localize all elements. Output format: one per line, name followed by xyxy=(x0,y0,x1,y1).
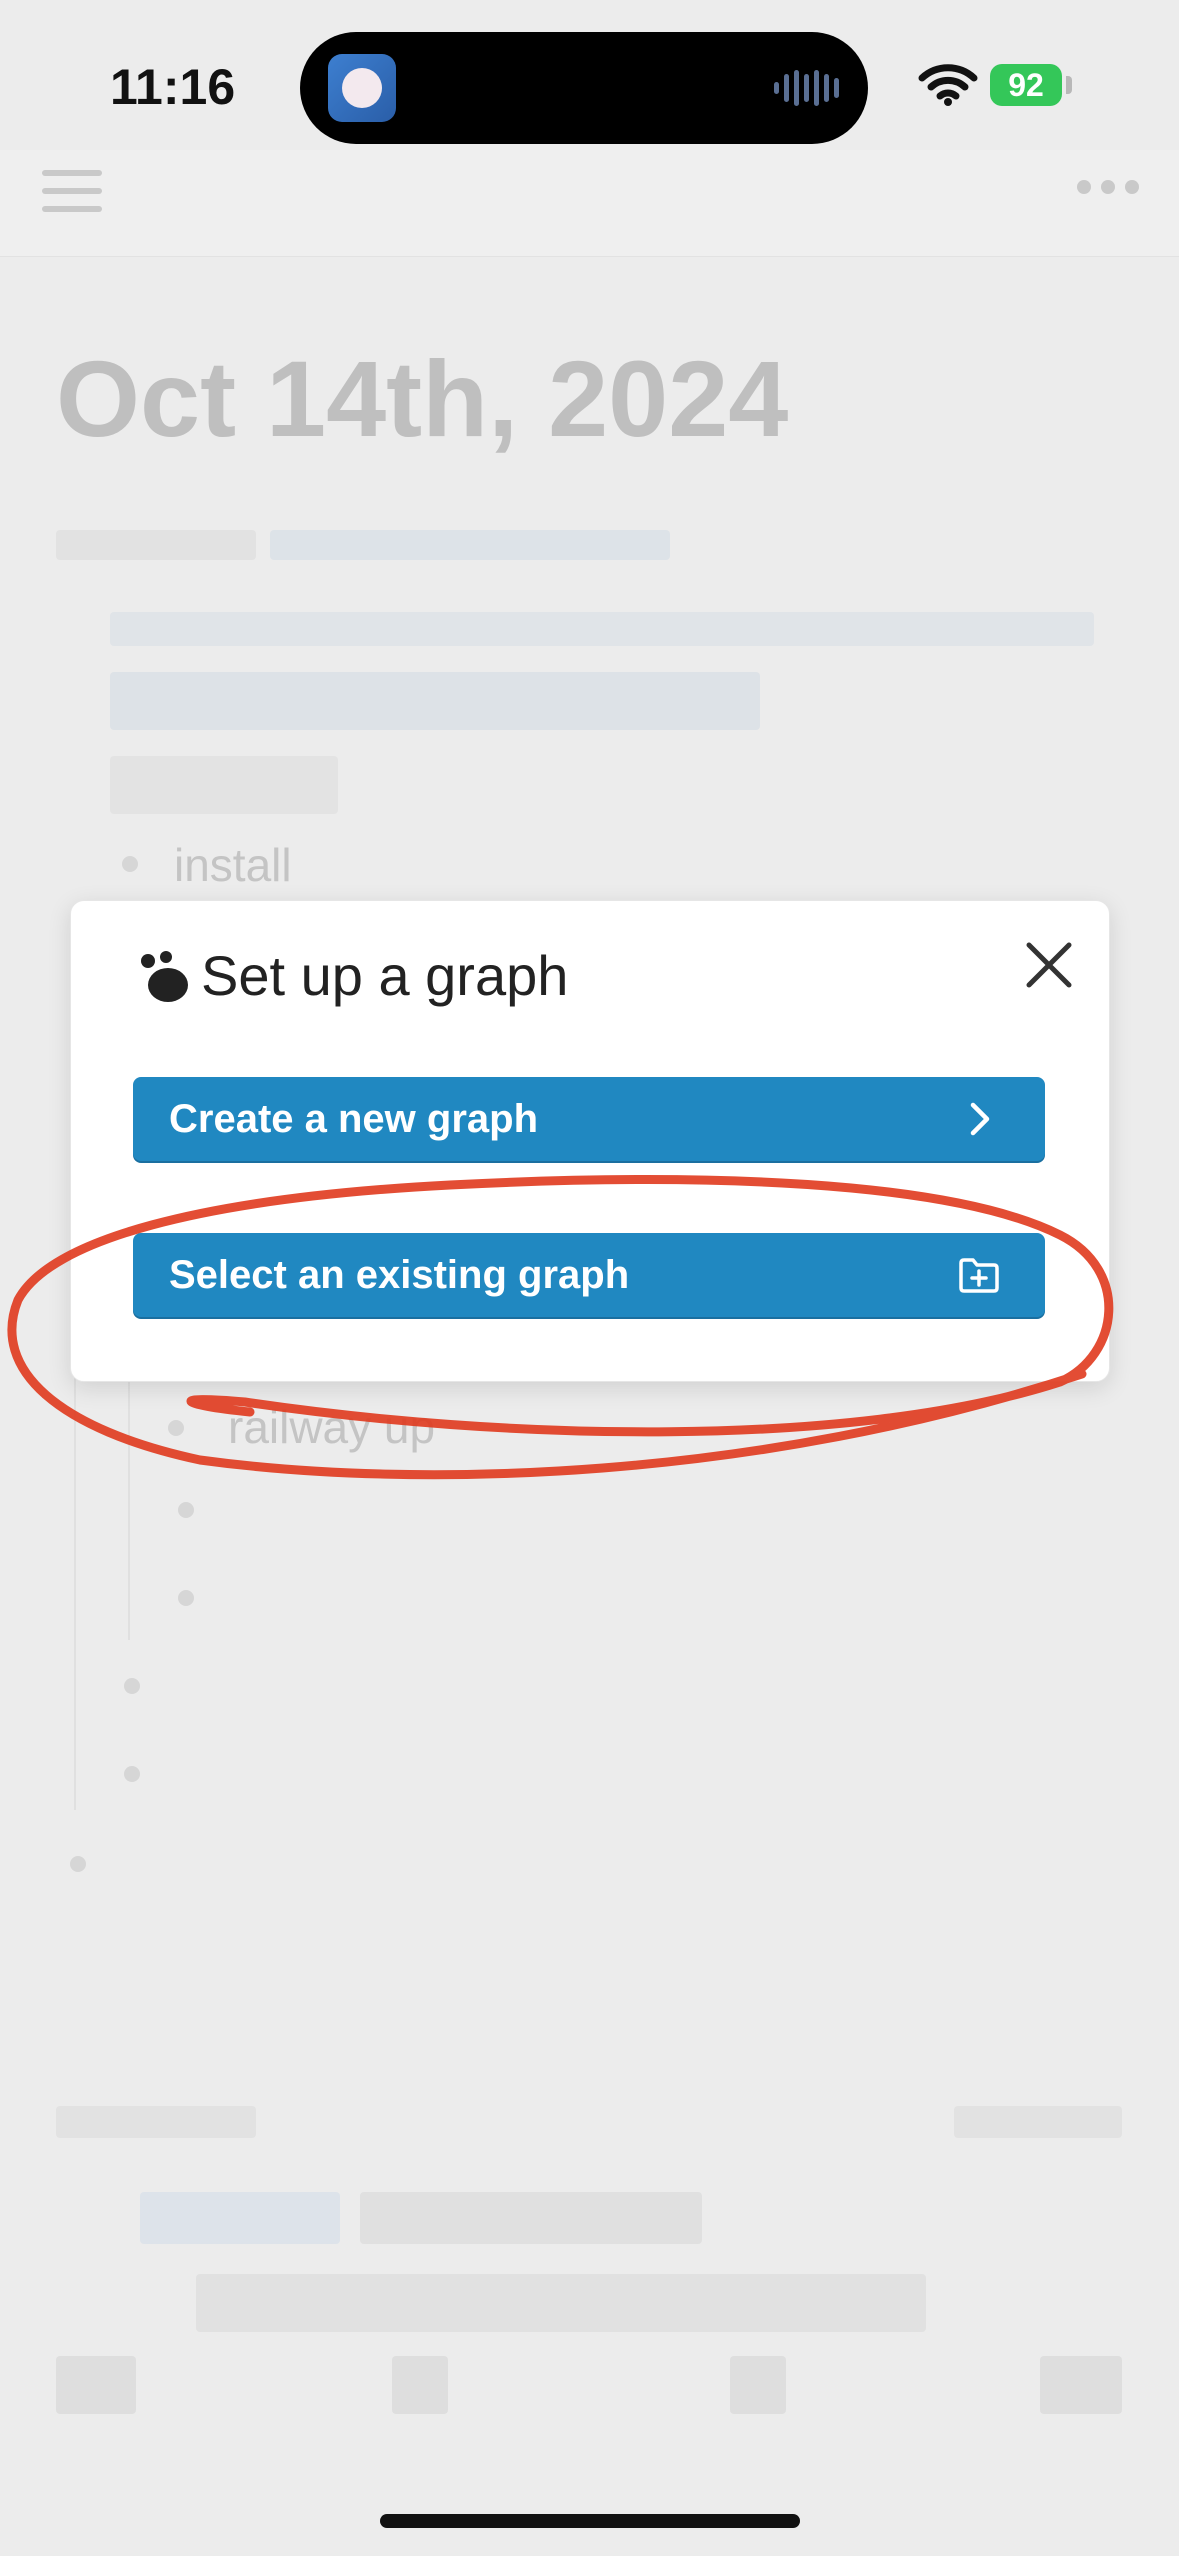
close-icon[interactable] xyxy=(1019,935,1079,995)
blurred-line xyxy=(196,2274,926,2332)
blurred-link xyxy=(270,530,670,560)
dialog-title: Set up a graph xyxy=(201,944,569,1007)
battery-charging-icon: 92 xyxy=(990,64,1062,106)
blurred-line xyxy=(392,2356,448,2414)
status-time: 11:16 xyxy=(110,59,236,115)
setup-graph-dialog: Set up a graph Create a new graph Select… xyxy=(70,900,1110,1382)
blurred-line xyxy=(954,2106,1122,2138)
blurred-line xyxy=(56,530,256,560)
status-bar: 11:16 92 xyxy=(0,0,1179,150)
indent-guide xyxy=(128,1380,130,1640)
bullet xyxy=(124,1766,140,1782)
bullet xyxy=(70,1856,86,1872)
select-existing-graph-button[interactable]: Select an existing graph xyxy=(133,1233,1045,1317)
app-icon[interactable] xyxy=(328,54,396,122)
blurred-line xyxy=(56,2106,256,2138)
blurred-line xyxy=(1040,2356,1122,2414)
chevron-right-icon xyxy=(970,1102,990,1136)
folder-plus-icon xyxy=(959,1258,999,1293)
create-new-graph-label: Create a new graph xyxy=(169,1097,539,1141)
select-existing-graph-label: Select an existing graph xyxy=(169,1253,630,1297)
app-header xyxy=(0,150,1179,257)
blurred-line xyxy=(110,612,1094,646)
wifi-icon xyxy=(918,64,978,106)
battery-level: 92 xyxy=(1008,67,1044,103)
graph-icon xyxy=(141,951,188,1002)
create-new-graph-button[interactable]: Create a new graph xyxy=(133,1077,1045,1161)
battery-tip xyxy=(1066,76,1072,94)
more-options-icon[interactable] xyxy=(1077,180,1139,196)
blurred-link xyxy=(140,2192,340,2244)
bullet xyxy=(124,1678,140,1694)
blurred-line xyxy=(56,2356,136,2414)
blurred-line xyxy=(110,672,760,730)
bullet xyxy=(178,1502,194,1518)
dynamic-island[interactable] xyxy=(300,32,868,144)
list-item: railway up xyxy=(228,1401,436,1453)
bullet xyxy=(178,1590,194,1606)
bullet xyxy=(168,1420,184,1436)
blurred-line xyxy=(110,756,338,814)
home-indicator[interactable] xyxy=(380,2514,800,2528)
blurred-line xyxy=(360,2192,702,2244)
bullet xyxy=(122,856,138,872)
menu-icon[interactable] xyxy=(42,162,102,214)
audio-wave-icon xyxy=(774,70,839,106)
list-item: install xyxy=(174,839,292,891)
page-title: Oct 14th, 2024 xyxy=(56,338,789,459)
blurred-line xyxy=(730,2356,786,2414)
